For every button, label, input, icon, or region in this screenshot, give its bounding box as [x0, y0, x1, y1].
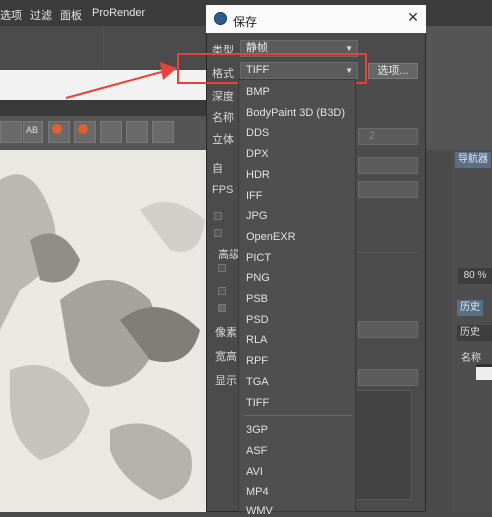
- dropdown-separator: [244, 415, 352, 416]
- format-option[interactable]: TIFF: [246, 397, 269, 409]
- format-option[interactable]: JPG: [246, 210, 267, 222]
- format-option[interactable]: PICT: [246, 252, 271, 264]
- format-option[interactable]: HDR: [246, 169, 270, 181]
- format-option[interactable]: IFF: [246, 190, 263, 202]
- format-option[interactable]: PSD: [246, 314, 269, 326]
- format-option[interactable]: BMP: [246, 86, 270, 98]
- format-option[interactable]: OpenEXR: [246, 231, 296, 243]
- format-option[interactable]: 3GP: [246, 424, 268, 436]
- format-option[interactable]: AVI: [246, 466, 263, 478]
- format-option[interactable]: TGA: [246, 376, 269, 388]
- format-option[interactable]: DDS: [246, 127, 269, 139]
- format-option[interactable]: PNG: [246, 272, 270, 284]
- format-option[interactable]: ASF: [246, 445, 267, 457]
- format-option[interactable]: BodyPaint 3D (B3D): [246, 107, 345, 119]
- format-option[interactable]: RLA: [246, 334, 267, 346]
- format-option[interactable]: MP4: [246, 486, 269, 498]
- format-option[interactable]: DPX: [246, 148, 269, 160]
- format-option[interactable]: RPF: [246, 355, 268, 367]
- format-option[interactable]: WMV: [246, 505, 273, 517]
- format-option[interactable]: PSB: [246, 293, 268, 305]
